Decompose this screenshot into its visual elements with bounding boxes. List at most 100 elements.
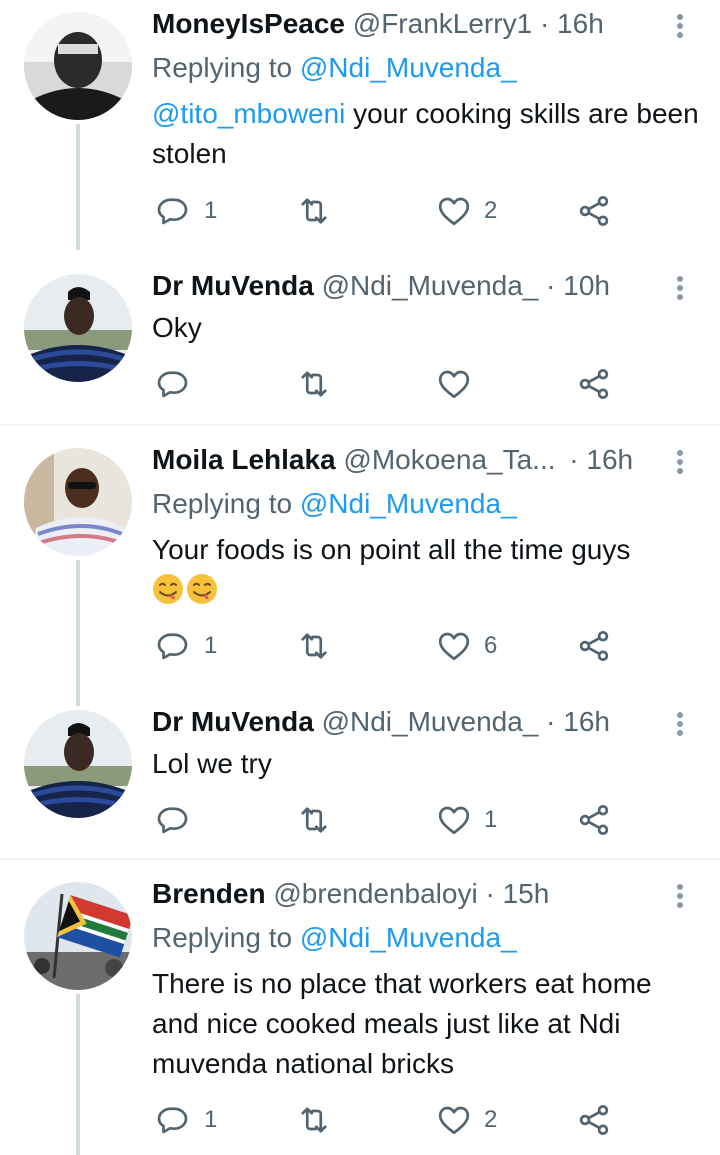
avatar[interactable] [24,710,132,818]
share-button[interactable] [576,362,612,406]
separator-dot: · [546,270,556,301]
share-icon [576,628,612,664]
mention-link[interactable]: @tito_mboweni [152,98,345,129]
like-button[interactable]: 1 [436,798,497,842]
tweet[interactable]: MoneyIsPeace @FrankLerry1 · 16h Replying… [0,0,720,250]
replying-to-link[interactable]: @Ndi_Muvenda_ [300,488,517,519]
more-icon[interactable] [668,706,692,742]
user-handle[interactable]: @brendenbaloyi [273,878,477,909]
share-button[interactable] [576,1098,612,1142]
like-button[interactable] [436,362,484,406]
reply-count: 1 [204,1106,218,1133]
retweet-button[interactable] [296,189,344,233]
tweet[interactable]: Moila Lehlaka @Mokoena_Ta... · 16h Reply… [0,426,720,706]
reply-icon [156,802,192,838]
action-bar: 1 2 [152,189,632,233]
heart-icon [436,366,472,402]
avatar[interactable] [24,448,132,556]
retweet-icon [296,193,332,229]
display-name[interactable]: Dr MuVenda [152,270,314,301]
retweet-button[interactable] [296,362,344,406]
retweet-button[interactable] [296,798,344,842]
separator-dot: · [569,444,579,475]
tweet-header: Moila Lehlaka @Mokoena_Ta... · 16h [152,442,633,478]
separator-dot: · [539,8,550,39]
like-count: 2 [484,1106,498,1133]
reply-button[interactable]: 1 [156,624,217,668]
user-handle[interactable]: @Ndi_Muvenda_ [322,706,539,737]
like-button[interactable]: 6 [436,624,497,668]
action-bar: 1 6 [152,624,632,668]
display-name[interactable]: MoneyIsPeace [152,8,345,39]
more-icon[interactable] [668,8,692,44]
reply-count: 1 [204,197,218,224]
reply-button[interactable]: 1 [156,189,217,233]
like-button[interactable]: 2 [436,189,497,233]
share-button[interactable] [576,189,612,233]
tweet-text: Oky [152,312,202,343]
timestamp[interactable]: 16h [563,706,610,737]
timestamp[interactable]: 15h [503,878,550,909]
heart-icon [436,802,472,838]
separator-dot: · [546,706,556,737]
timestamp[interactable]: 16h [557,8,604,39]
tweet-text-content: Your foods is on point all the time guys [152,534,631,565]
tweet[interactable]: Brenden @brendenbaloyi · 15h Replying to… [0,860,720,1155]
timestamp[interactable]: 16h [586,444,633,475]
tweet-header: Dr MuVenda @Ndi_Muvenda_ · 16h [152,704,610,740]
reply-count: 1 [204,632,218,659]
retweet-icon [296,628,332,664]
timestamp[interactable]: 10h [563,270,610,301]
retweet-button[interactable] [296,1098,344,1142]
share-button[interactable] [576,624,612,668]
share-button[interactable] [576,798,612,842]
tweet-text: Your foods is on point all the time guys [152,530,700,610]
replying-to: Replying to @Ndi_Muvenda_ [152,920,517,956]
action-bar [152,362,632,406]
heart-icon [436,1102,472,1138]
reply-button[interactable] [156,798,204,842]
reply-icon [156,628,192,664]
tweet-text: Lol we try [152,748,272,779]
thread-line [76,994,80,1155]
emoji-row [152,570,700,610]
display-name[interactable]: Brenden [152,878,266,909]
retweet-icon [296,802,332,838]
replying-to: Replying to @Ndi_Muvenda_ [152,50,517,86]
share-icon [576,802,612,838]
face-savoring-food-icon [153,574,183,604]
face-savoring-food-icon [187,574,217,604]
replying-to-link[interactable]: @Ndi_Muvenda_ [300,52,517,83]
display-name[interactable]: Moila Lehlaka [152,444,336,475]
heart-icon [436,628,472,664]
reply-icon [156,193,192,229]
action-bar: 1 [152,798,632,842]
avatar[interactable] [24,274,132,382]
user-handle[interactable]: @Ndi_Muvenda_ [322,270,539,301]
share-icon [576,193,612,229]
tweet[interactable]: Dr MuVenda @Ndi_Muvenda_ · 16h Lol we tr… [0,686,720,858]
more-icon[interactable] [668,270,692,306]
reply-button[interactable] [156,362,204,406]
like-count: 2 [484,197,498,224]
display-name[interactable]: Dr MuVenda [152,706,314,737]
tweet-text: @tito_mboweni your cooking skills are be… [152,94,700,174]
reply-icon [156,1102,192,1138]
tweet-header: Brenden @brendenbaloyi · 15h [152,876,549,912]
like-button[interactable]: 2 [436,1098,497,1142]
thread-line [76,124,80,250]
tweet[interactable]: Dr MuVenda @Ndi_Muvenda_ · 10h Oky [0,250,720,424]
user-handle[interactable]: @Mokoena_Ta... [343,444,555,475]
avatar[interactable] [24,12,132,120]
replying-prefix: Replying to [152,922,293,953]
user-handle[interactable]: @FrankLerry1 [353,8,532,39]
more-icon[interactable] [668,878,692,914]
thread-line [76,560,80,706]
more-icon[interactable] [668,444,692,480]
replying-to-link[interactable]: @Ndi_Muvenda_ [300,922,517,953]
retweet-button[interactable] [296,624,344,668]
avatar[interactable] [24,882,132,990]
reply-button[interactable]: 1 [156,1098,217,1142]
replying-prefix: Replying to [152,52,293,83]
share-icon [576,366,612,402]
